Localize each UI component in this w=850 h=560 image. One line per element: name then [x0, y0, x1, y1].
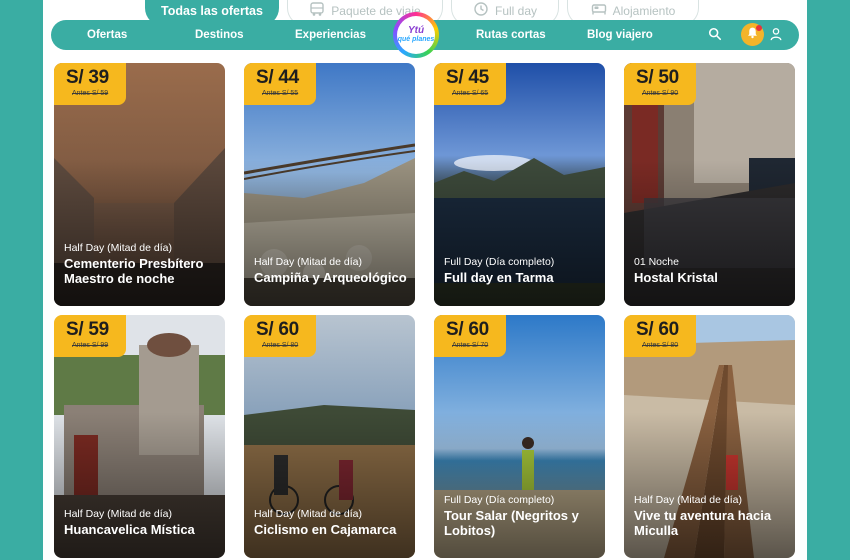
- bus-icon: [309, 1, 325, 20]
- tour-type: Half Day (Mitad de día): [634, 494, 742, 506]
- price-badge: S/ 60 Antes S/ 80: [244, 315, 316, 357]
- tab-label: Todas las ofertas: [161, 3, 263, 18]
- price: S/ 50: [636, 67, 679, 88]
- offer-card[interactable]: S/ 44 Antes S/ 55 Half Day (Mitad de día…: [244, 63, 415, 306]
- old-price: Antes S/ 70: [452, 342, 489, 349]
- logo-text: Ytú: [407, 25, 425, 36]
- old-price: Antes S/ 80: [642, 342, 679, 349]
- tour-name: Tour Salar (Negritos y Lobitos): [444, 508, 579, 538]
- tour-type: Half Day (Mitad de día): [64, 242, 172, 254]
- old-price: Antes S/ 59: [72, 90, 109, 97]
- price: S/ 60: [256, 319, 299, 340]
- tour-type: Full Day (Día completo): [444, 494, 555, 506]
- nav-item-rutas-cortas[interactable]: Rutas cortas: [476, 20, 546, 50]
- page: Todas las ofertas Paquete de viaje Full …: [43, 0, 807, 560]
- offer-card[interactable]: S/ 60 Antes S/ 80 Half Day (Mitad de día…: [244, 315, 415, 558]
- price: S/ 39: [66, 67, 109, 88]
- offer-card[interactable]: S/ 50 Antes S/ 90 01 Noche Hostal Krista…: [624, 63, 795, 306]
- tour-type: Half Day (Mitad de día): [254, 508, 362, 520]
- nav-item-blog-viajero[interactable]: Blog viajero: [587, 20, 653, 50]
- price: S/ 60: [636, 319, 679, 340]
- nav-item-experiencias[interactable]: Experiencias: [295, 20, 366, 50]
- notifications-button[interactable]: [741, 23, 764, 46]
- price-badge: S/ 45 Antes S/ 65: [434, 63, 506, 105]
- old-price: Antes S/ 80: [262, 342, 299, 349]
- price: S/ 44: [256, 67, 299, 88]
- offer-card[interactable]: S/ 60 Antes S/ 70 Full Day (Día completo…: [434, 315, 605, 558]
- notification-dot: [756, 25, 762, 31]
- search-icon[interactable]: [708, 27, 722, 46]
- brand-logo[interactable]: Ytú qué planes: [393, 12, 439, 58]
- price: S/ 59: [66, 319, 109, 340]
- bed-icon: [591, 1, 607, 20]
- tab-label: Full day: [494, 3, 538, 18]
- price-badge: S/ 60 Antes S/ 80: [624, 315, 696, 357]
- offer-card[interactable]: S/ 39 Antes S/ 59 Half Day (Mitad de día…: [54, 63, 225, 306]
- old-price: Antes S/ 99: [72, 342, 109, 349]
- tour-type: Half Day (Mitad de día): [254, 256, 362, 268]
- price: S/ 60: [446, 319, 489, 340]
- old-price: Antes S/ 65: [452, 90, 489, 97]
- offer-card[interactable]: S/ 45 Antes S/ 65 Full Day (Día completo…: [434, 63, 605, 306]
- tour-type: 01 Noche: [634, 256, 679, 268]
- offer-card[interactable]: S/ 60 Antes S/ 80 Half Day (Mitad de día…: [624, 315, 795, 558]
- nav-item-destinos[interactable]: Destinos: [195, 20, 244, 50]
- clock-icon: [473, 1, 489, 20]
- tour-name: Campiña y Arqueológico: [254, 270, 407, 285]
- logo-text: qué planes: [397, 36, 435, 43]
- user-icon[interactable]: [769, 27, 783, 46]
- nav-item-ofertas[interactable]: Ofertas: [87, 20, 127, 50]
- price-badge: S/ 59 Antes S/ 99: [54, 315, 126, 357]
- tour-name: Ciclismo en Cajamarca: [254, 522, 397, 537]
- tour-name: Hostal Kristal: [634, 270, 718, 285]
- tour-name: Huancavelica Mística: [64, 522, 195, 537]
- price-badge: S/ 44 Antes S/ 55: [244, 63, 316, 105]
- offer-card[interactable]: S/ 59 Antes S/ 99 Half Day (Mitad de día…: [54, 315, 225, 558]
- tour-type: Half Day (Mitad de día): [64, 508, 172, 520]
- price-badge: S/ 50 Antes S/ 90: [624, 63, 696, 105]
- price: S/ 45: [446, 67, 489, 88]
- tour-name: Vive tu aventura hacia Miculla: [634, 508, 772, 538]
- old-price: Antes S/ 55: [262, 90, 299, 97]
- tab-label: Alojamiento: [612, 3, 676, 18]
- tour-name: Cementerio Presbítero Maestro de noche: [64, 256, 204, 286]
- price-badge: S/ 60 Antes S/ 70: [434, 315, 506, 357]
- tour-type: Full Day (Día completo): [444, 256, 555, 268]
- old-price: Antes S/ 90: [642, 90, 679, 97]
- price-badge: S/ 39 Antes S/ 59: [54, 63, 126, 105]
- tour-name: Full day en Tarma: [444, 270, 554, 285]
